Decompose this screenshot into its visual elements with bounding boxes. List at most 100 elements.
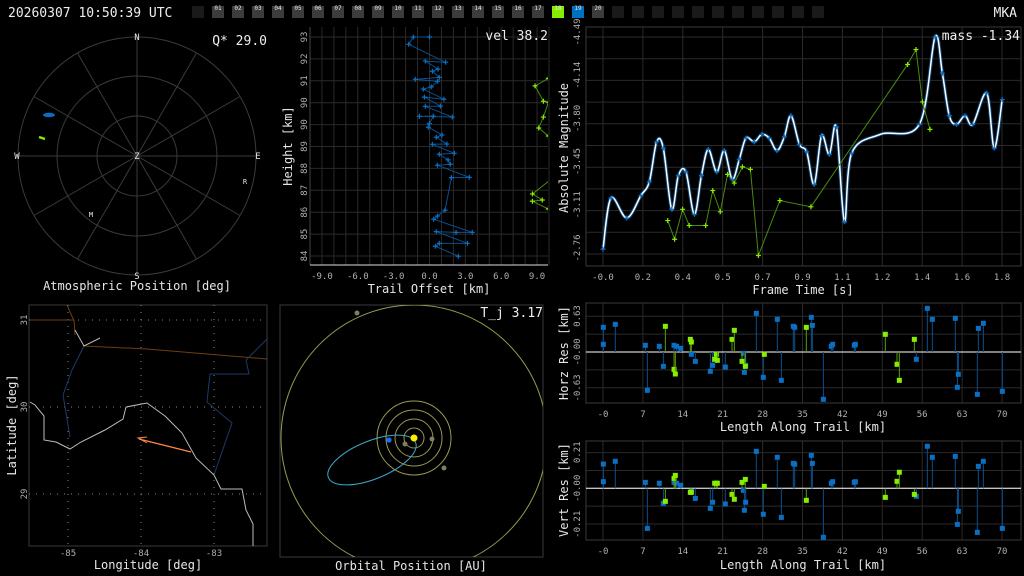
frame-cell[interactable] (192, 6, 204, 18)
station-19-residual-point (722, 501, 728, 507)
frame-cell[interactable]: 11 (412, 5, 424, 18)
station-18-magnitude-point (739, 164, 745, 170)
frame-cell[interactable]: 16 (512, 5, 524, 18)
frame-cell[interactable]: 14 (472, 5, 484, 18)
height-xlabel: Trail Offset [km] (368, 282, 491, 296)
frame-cell[interactable] (672, 6, 684, 18)
station-19-point (421, 94, 427, 100)
station-19-residual-point (954, 521, 960, 527)
sky-plot: N E S W Z R M Q* 29.0 Atmospheric Positi… (14, 33, 267, 293)
frame-cell[interactable] (712, 6, 724, 18)
map-xlabel: Longitude [deg] (94, 558, 202, 572)
magnitude-xtick: 1.1 (834, 273, 850, 283)
frame-cell[interactable]: 13 (452, 5, 464, 18)
station-18-point (529, 198, 535, 204)
frame-cell[interactable]: 18 (552, 5, 564, 18)
frame-label: 20 (594, 5, 602, 12)
residual-xtick: 35 (797, 410, 808, 420)
vert-xlabel: Length Along Trail [km] (720, 558, 886, 572)
tisserand-label: T_j 3.17 (480, 306, 543, 321)
station-19-residual-point (760, 374, 766, 380)
orbits (280, 305, 543, 557)
station-19-point (422, 103, 428, 109)
station-19-residual-point (955, 508, 961, 514)
compass-north: N (134, 33, 139, 43)
station-19-residual-point (642, 342, 648, 348)
frame-cell[interactable]: 20 (592, 5, 604, 18)
frame-cell[interactable] (692, 6, 704, 18)
station-18-residual-point (911, 336, 917, 342)
river (206, 338, 268, 476)
station-19-residual-point (600, 479, 606, 485)
frame-cell[interactable] (732, 6, 744, 18)
frame-cell[interactable] (752, 6, 764, 18)
frame-cell[interactable]: 12 (432, 5, 444, 18)
height-ylabel: Height [km] (281, 106, 295, 185)
frame-cell[interactable]: 06 (312, 5, 324, 18)
station-18-magnitude-point (717, 209, 723, 215)
sky-title: Atmospheric Position [deg] (43, 279, 231, 293)
frame-cell[interactable] (652, 6, 664, 18)
station-19-residual-point (612, 458, 618, 464)
frame-cell[interactable]: 19 (572, 5, 584, 18)
residual-ytick: -0.00 (573, 338, 583, 365)
river (62, 345, 85, 438)
frame-strip: 01 02 03 04 05 06 07 08 09 10 11 12 13 14 15 16 17 18 19 20 (192, 5, 824, 18)
station-18-residual-point (882, 494, 888, 500)
magnitude-xtick: 1.8 (994, 273, 1010, 283)
station-18-point (550, 176, 555, 181)
station-19-residual-point (760, 511, 766, 517)
station-18-magnitude-point (686, 223, 692, 229)
frame-cell[interactable]: 09 (372, 5, 384, 18)
station-19-residual-point (792, 324, 798, 330)
frame-cell[interactable]: 17 (532, 5, 544, 18)
mercury-icon (402, 441, 408, 447)
lat-tick: 31 (20, 315, 30, 326)
frame-cell[interactable]: 15 (492, 5, 504, 18)
frame-cell[interactable] (812, 6, 824, 18)
station-19-point (449, 114, 455, 120)
frame-cell[interactable]: 02 (232, 5, 244, 18)
frame-cell[interactable]: 07 (332, 5, 344, 18)
frame-cell[interactable] (632, 6, 644, 18)
frame-cell[interactable]: 08 (352, 5, 364, 18)
station-19-residual-point (954, 384, 960, 390)
station-19-point (443, 59, 449, 65)
height-xtick: 6.0 (493, 272, 509, 282)
station-19-residual-point (975, 463, 981, 469)
station-18-residual-point (739, 358, 745, 364)
station-18-residual-point (742, 363, 748, 369)
station-18-point (545, 75, 548, 81)
magnitude-xlabel: Frame Time [s] (752, 283, 853, 297)
venus-icon (429, 436, 435, 442)
frame-label: 19 (574, 5, 582, 12)
frame-label: 16 (514, 5, 522, 12)
frame-box (812, 6, 824, 18)
frame-cell[interactable] (772, 6, 784, 18)
frame-label: 05 (294, 5, 302, 12)
frame-cell[interactable]: 03 (252, 5, 264, 18)
station-19-residual-point (955, 371, 961, 377)
frame-label: 08 (354, 5, 362, 12)
station-19-residual-point (612, 321, 618, 327)
frame-box (712, 6, 724, 18)
station-19-residual-point (600, 324, 606, 330)
frame-cell[interactable]: 04 (272, 5, 284, 18)
station-18-point (545, 99, 548, 105)
frame-cell[interactable]: 10 (392, 5, 404, 18)
station-18-residual-point (882, 331, 888, 337)
frame-label: 06 (314, 5, 322, 12)
station-19-point (425, 124, 431, 130)
station-19-residual-point (710, 362, 716, 368)
station-19-residual-point (692, 358, 698, 364)
frame-cell[interactable]: 01 (212, 5, 224, 18)
height-xtick: 9.0 (529, 272, 545, 282)
magnitude-xtick: -0.0 (592, 273, 614, 283)
frame-label: 07 (334, 5, 342, 12)
station-19-residual-point (740, 487, 746, 493)
frame-cell[interactable]: 05 (292, 5, 304, 18)
frame-cell[interactable] (612, 6, 624, 18)
zenith-label: Z (134, 152, 140, 162)
frame-cell[interactable] (792, 6, 804, 18)
station-19-residual-point (710, 499, 716, 505)
